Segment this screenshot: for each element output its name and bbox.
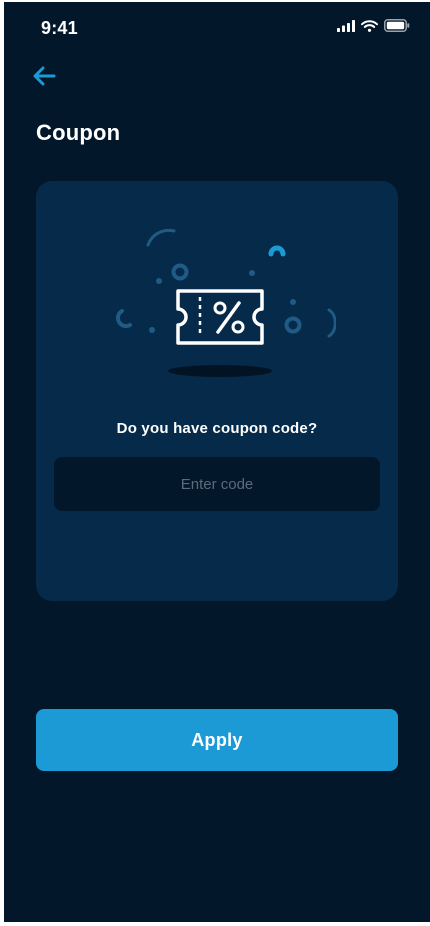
page-title: Coupon — [36, 120, 121, 145]
battery-icon — [384, 19, 410, 37]
coupon-question: Do you have coupon code? — [116, 420, 318, 437]
coupon-card: Do you have coupon code? — [36, 181, 398, 601]
wifi-icon — [361, 19, 378, 37]
coupon-screen: 9:41 Coupon Do you have coupon code? Ent… — [4, 2, 430, 922]
back-button[interactable] — [28, 62, 60, 94]
arrow-left-icon — [32, 66, 56, 91]
status-time: 9:41 — [41, 18, 78, 38]
cellular-signal-icon — [337, 19, 355, 37]
status-bar: 9:41 — [4, 2, 430, 56]
coupon-illustration — [96, 225, 337, 385]
coupon-code-input[interactable] — [54, 457, 380, 511]
apply-button[interactable]: Apply — [36, 709, 398, 771]
status-icons — [337, 19, 410, 37]
